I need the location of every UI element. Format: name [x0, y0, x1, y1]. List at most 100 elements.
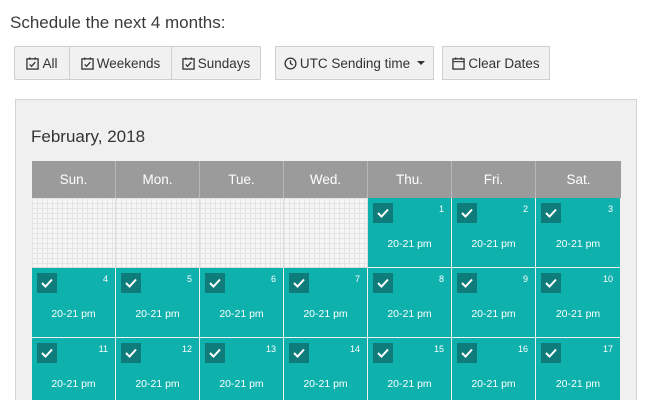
day-checkbox[interactable]	[373, 273, 393, 293]
check-icon	[461, 208, 473, 218]
day-checkbox[interactable]	[541, 343, 561, 363]
day-checkbox[interactable]	[205, 273, 225, 293]
day-time-range: 20-21 pm	[303, 378, 348, 390]
check-icon	[125, 348, 137, 358]
day-time-range: 20-21 pm	[135, 308, 180, 320]
day-cell[interactable]: 2 20-21 pm	[452, 198, 536, 268]
page-heading: Schedule the next 4 months:	[10, 13, 226, 32]
utc-sending-time-dropdown[interactable]: UTC Sending time	[275, 46, 434, 80]
day-time-range: 20-21 pm	[555, 308, 601, 320]
day-number: 12	[181, 344, 192, 354]
day-checkbox[interactable]	[457, 203, 477, 223]
day-number: 4	[102, 274, 108, 284]
day-cell[interactable]: 15 20-21 pm	[368, 338, 452, 400]
quick-select-group: All Weekends Sundays	[14, 46, 261, 80]
month-title: February, 2018	[31, 127, 146, 146]
day-checkbox[interactable]	[541, 203, 561, 223]
day-cell[interactable]: 8 20-21 pm	[368, 268, 452, 338]
weekday-sun: Sun.	[32, 161, 116, 198]
check-icon	[293, 278, 305, 288]
empty-day-cell	[284, 198, 368, 268]
day-number: 1	[438, 204, 444, 214]
day-time-range: 20-21 pm	[387, 238, 432, 250]
weekday-mon: Mon.	[116, 161, 200, 198]
check-icon	[377, 348, 389, 358]
calendar-weeks: 1 20-21 pm 2 20-21 pm 3 20-21 pm 4 20-21 pm 5 20-…	[32, 198, 621, 400]
select-all-button[interactable]: All	[14, 46, 70, 80]
day-cell[interactable]: 10 20-21 pm	[536, 268, 621, 338]
calendar-check-icon	[26, 56, 40, 70]
calendar-week-row: 11 20-21 pm 12 20-21 pm 13 20-21 pm 14 20-21 pm…	[32, 338, 621, 400]
day-checkbox[interactable]	[121, 343, 141, 363]
day-cell[interactable]: 4 20-21 pm	[32, 268, 116, 338]
day-time-range: 20-21 pm	[387, 378, 432, 390]
select-all-label: All	[42, 55, 58, 71]
check-icon	[209, 348, 221, 358]
day-time-range: 20-21 pm	[219, 308, 264, 320]
check-icon	[545, 278, 557, 288]
calendar-panel: February, 2018 Sun. Mon. Tue. Wed. Thu. …	[15, 99, 637, 400]
day-checkbox[interactable]	[37, 273, 57, 293]
calendar-week-row: 1 20-21 pm 2 20-21 pm 3 20-21 pm	[32, 198, 621, 268]
day-time-range: 20-21 pm	[303, 308, 348, 320]
day-cell[interactable]: 9 20-21 pm	[452, 268, 536, 338]
day-cell[interactable]: 16 20-21 pm	[452, 338, 536, 400]
day-checkbox[interactable]	[457, 343, 477, 363]
day-cell[interactable]: 14 20-21 pm	[284, 338, 368, 400]
day-number: 7	[354, 274, 360, 284]
day-time-range: 20-21 pm	[471, 308, 516, 320]
clear-dates-button[interactable]: Clear Dates	[442, 46, 550, 80]
check-icon	[461, 348, 473, 358]
check-icon	[545, 348, 557, 358]
day-time-range: 20-21 pm	[387, 308, 432, 320]
empty-day-cell	[200, 198, 284, 268]
weekday-wed: Wed.	[284, 161, 368, 198]
day-number: 14	[349, 344, 360, 354]
weekday-sat: Sat.	[566, 172, 591, 187]
calendar-check-icon	[181, 56, 195, 70]
day-cell[interactable]: 12 20-21 pm	[116, 338, 200, 400]
check-icon	[461, 278, 473, 288]
day-time-range: 20-21 pm	[555, 238, 601, 250]
weekday-header: Sun. Mon. Tue. Wed. Thu. Fri. Sat.	[32, 161, 621, 198]
day-time-range: 20-21 pm	[471, 238, 516, 250]
day-number: 2	[522, 204, 528, 214]
day-cell[interactable]: 17 20-21 pm	[536, 338, 621, 400]
day-time-range: 20-21 pm	[219, 378, 264, 390]
day-checkbox[interactable]	[541, 273, 561, 293]
day-cell[interactable]: 13 20-21 pm	[200, 338, 284, 400]
calendar-check-icon	[80, 56, 94, 70]
day-number: 13	[265, 344, 276, 354]
select-weekends-button[interactable]: Weekends	[69, 46, 172, 80]
day-number: 15	[433, 344, 444, 354]
empty-day-cell	[116, 198, 200, 268]
check-icon	[377, 208, 389, 218]
day-checkbox[interactable]	[205, 343, 225, 363]
day-checkbox[interactable]	[373, 343, 393, 363]
day-number: 11	[98, 344, 108, 354]
check-icon	[209, 278, 221, 288]
day-number: 9	[522, 274, 528, 284]
select-weekends-label: Weekends	[96, 55, 161, 71]
day-checkbox[interactable]	[289, 273, 309, 293]
day-cell[interactable]: 1 20-21 pm	[368, 198, 452, 268]
day-number: 10	[602, 274, 613, 284]
day-cell[interactable]: 5 20-21 pm	[116, 268, 200, 338]
day-checkbox[interactable]	[37, 343, 57, 363]
select-sundays-button[interactable]: Sundays	[171, 46, 261, 80]
day-number: 16	[517, 344, 528, 354]
day-checkbox[interactable]	[373, 203, 393, 223]
day-cell[interactable]: 3 20-21 pm	[536, 198, 621, 268]
day-number: 5	[186, 274, 192, 284]
check-icon	[41, 348, 53, 358]
select-sundays-label: Sundays	[197, 55, 251, 71]
day-time-range: 20-21 pm	[555, 378, 601, 390]
day-cell[interactable]: 11 20-21 pm	[32, 338, 116, 400]
weekday-tue: Tue.	[200, 161, 284, 198]
day-checkbox[interactable]	[457, 273, 477, 293]
day-checkbox[interactable]	[289, 343, 309, 363]
day-cell[interactable]: 7 20-21 pm	[284, 268, 368, 338]
day-cell[interactable]: 6 20-21 pm	[200, 268, 284, 338]
day-checkbox[interactable]	[121, 273, 141, 293]
check-icon	[41, 278, 53, 288]
